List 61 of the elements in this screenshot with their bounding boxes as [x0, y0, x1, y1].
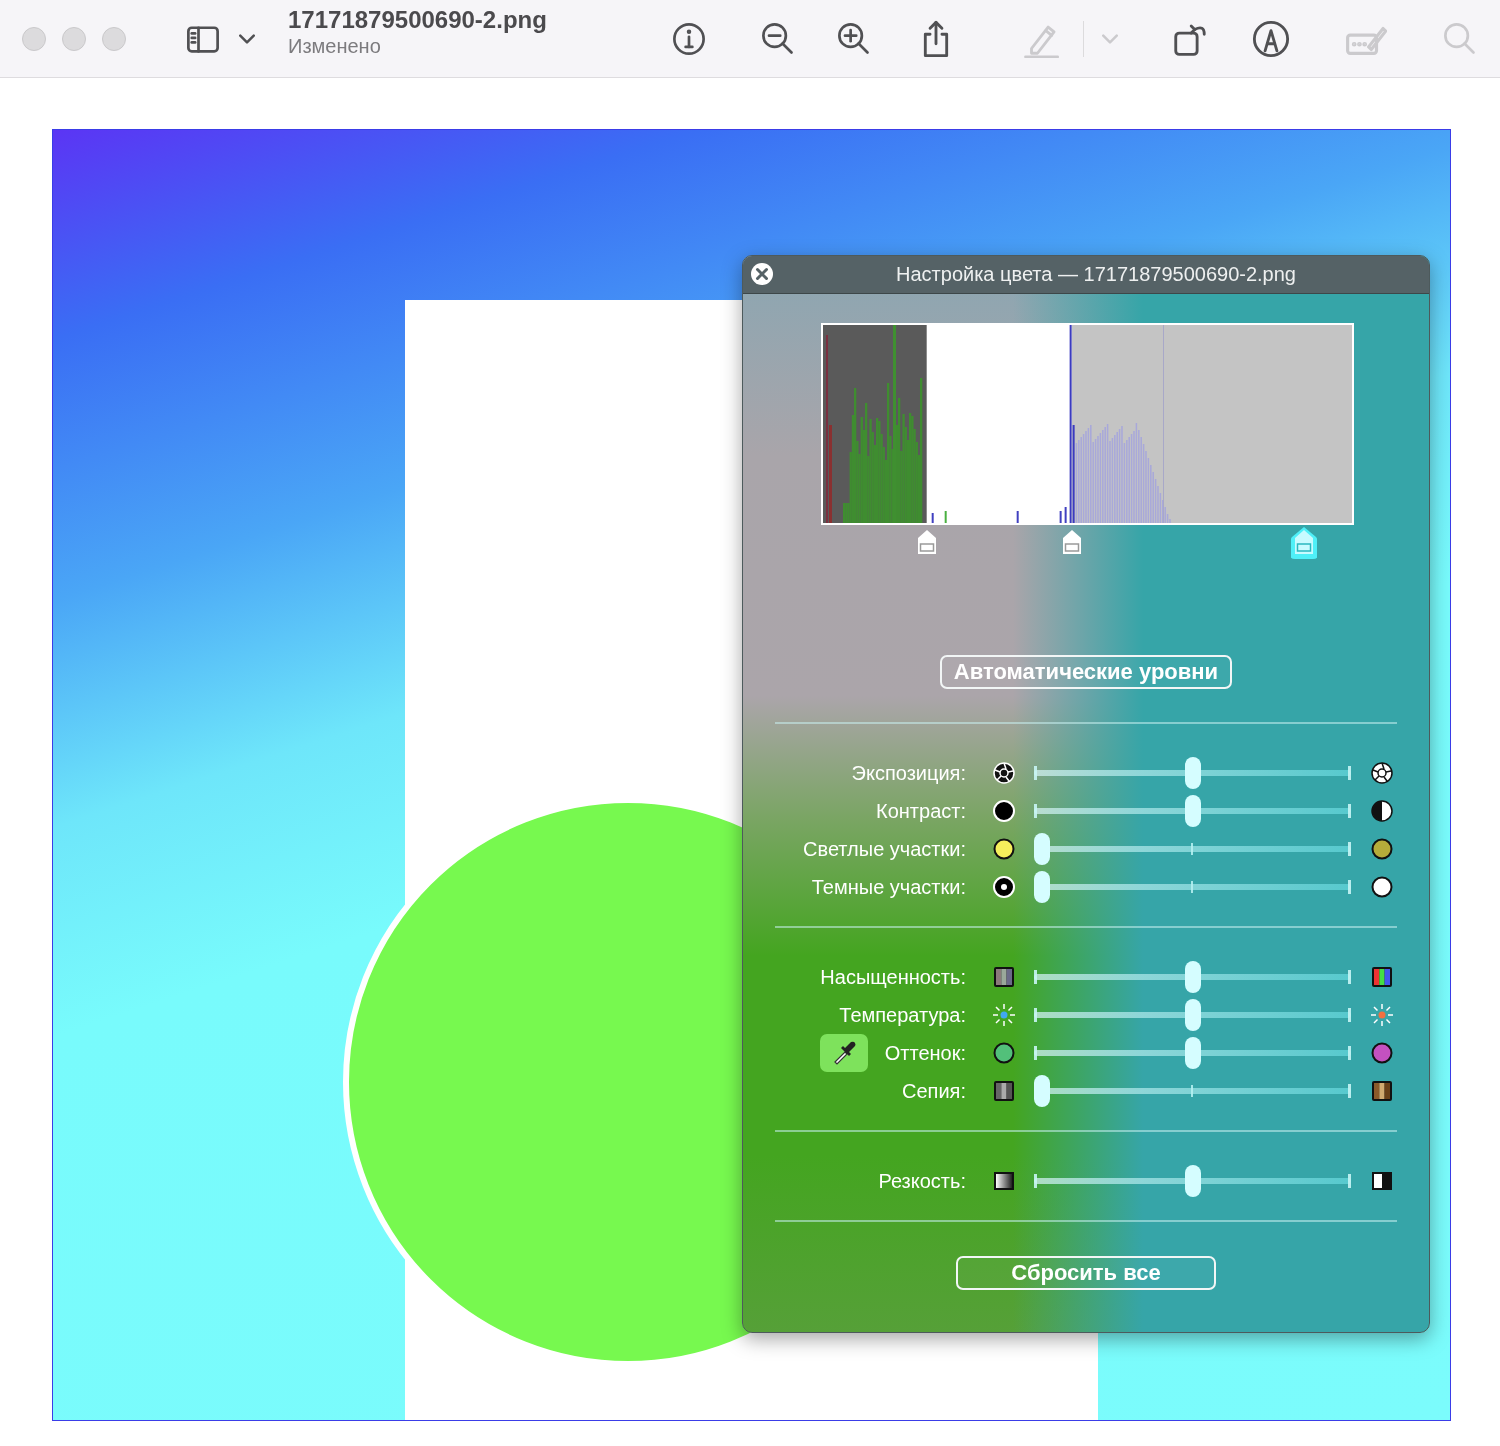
- slider[interactable]: [1034, 1165, 1351, 1197]
- histogram-bar: [1059, 511, 1062, 523]
- circle-icon: [1370, 837, 1394, 861]
- filled-circle-icon: [992, 799, 1016, 823]
- split-square-icon: [1370, 1169, 1394, 1193]
- slider[interactable]: [1034, 871, 1351, 903]
- slider-thumb[interactable]: [1184, 1165, 1201, 1197]
- slider-thumb[interactable]: [1184, 757, 1201, 789]
- slider-thumb[interactable]: [1034, 871, 1050, 903]
- slider-thumb[interactable]: [1184, 1037, 1201, 1069]
- color-bars-icon: [1370, 965, 1394, 989]
- circle-icon: [992, 837, 1016, 861]
- circle-icon: [1370, 1041, 1394, 1065]
- histogram-bar: [1016, 511, 1019, 523]
- slider[interactable]: [1034, 757, 1351, 789]
- close-icon: [750, 262, 774, 286]
- panel-title: Настройка цвета — 17171879500690-2.png: [896, 263, 1296, 286]
- slider[interactable]: [1034, 1075, 1351, 1107]
- slider-label: Контраст:: [876, 799, 966, 823]
- close-window-button[interactable]: [22, 26, 46, 51]
- document-status: Изменено: [288, 33, 382, 58]
- slider-thumb[interactable]: [1184, 795, 1201, 827]
- half-circle-icon: [1370, 799, 1394, 823]
- circle-icon: [992, 1041, 1016, 1065]
- circle-icon: [1370, 875, 1394, 899]
- aperture-icon: [992, 761, 1016, 785]
- slider-label: Резкость:: [878, 1169, 966, 1193]
- slider-thumb[interactable]: [1034, 833, 1050, 865]
- slider-thumb[interactable]: [1034, 1075, 1050, 1107]
- gradient-square-icon: [992, 1169, 1016, 1193]
- striped-square-icon: [1370, 1079, 1394, 1103]
- slider[interactable]: [1034, 795, 1351, 827]
- striped-square-icon: [992, 1079, 1016, 1103]
- level-handle[interactable]: [1291, 527, 1318, 559]
- slider-label: Темные участки:: [811, 875, 966, 899]
- slider-label: Температура:: [839, 1003, 966, 1027]
- sun-icon: [1370, 1003, 1394, 1027]
- close-button[interactable]: [750, 262, 774, 286]
- histogram-bar: [944, 511, 947, 523]
- slider-label: Оттенок:: [884, 1041, 966, 1065]
- histogram-bar: [1064, 507, 1067, 523]
- slider[interactable]: [1034, 961, 1351, 993]
- histogram-bar: [931, 513, 934, 523]
- slider-label: Сепия:: [902, 1079, 966, 1103]
- slider[interactable]: [1034, 999, 1351, 1031]
- dot-circle-icon: [992, 875, 1016, 899]
- slider[interactable]: [1034, 833, 1351, 865]
- eyedropper-button[interactable]: [819, 1034, 868, 1072]
- zoom-window-button[interactable]: [102, 26, 126, 51]
- slider-thumb[interactable]: [1184, 961, 1201, 993]
- minimize-window-button[interactable]: [62, 26, 86, 51]
- slider-label: Экспозиция:: [851, 761, 966, 785]
- slider-label: Светлые участки:: [803, 837, 966, 861]
- document-title: 17171879500690-2.png: [288, 5, 548, 34]
- reset-all-button[interactable]: Сбросить все: [956, 1256, 1216, 1290]
- slider-label: Насыщенность:: [820, 965, 966, 989]
- sun-icon: [992, 1003, 1016, 1027]
- bars-icon: [992, 965, 1016, 989]
- aperture-icon: [1370, 761, 1394, 785]
- slider[interactable]: [1034, 1037, 1351, 1069]
- slider-thumb[interactable]: [1184, 999, 1201, 1031]
